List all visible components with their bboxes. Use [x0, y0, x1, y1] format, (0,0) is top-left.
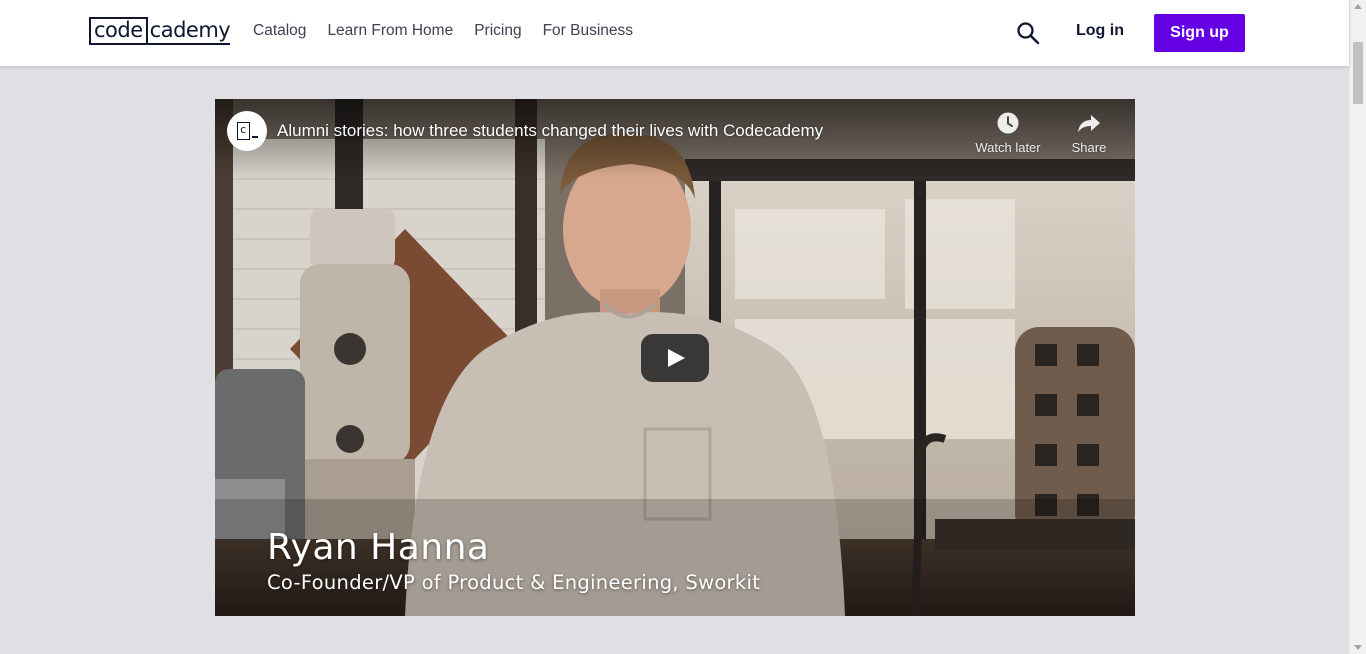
scroll-up-arrow-icon[interactable]: [1354, 4, 1362, 9]
logo-rest-text: cademy: [147, 17, 231, 45]
nav-learn-from-home[interactable]: Learn From Home: [327, 22, 453, 40]
scrollbar-thumb[interactable]: [1353, 42, 1363, 104]
logo-box-text: code: [89, 17, 148, 45]
video-player[interactable]: c Alumni stories: how three students cha…: [215, 99, 1135, 616]
login-link[interactable]: Log in: [1076, 22, 1124, 40]
share-button[interactable]: Share: [1054, 111, 1124, 155]
main-nav: Catalog Learn From Home Pricing For Busi…: [253, 22, 633, 40]
nav-catalog[interactable]: Catalog: [253, 22, 306, 40]
signup-button[interactable]: Sign up: [1154, 14, 1245, 52]
play-button[interactable]: [641, 334, 709, 382]
scroll-down-arrow-icon[interactable]: [1354, 645, 1362, 650]
watch-later-button[interactable]: Watch later: [973, 111, 1043, 155]
share-label: Share: [1071, 140, 1107, 155]
lower-third-caption: Ryan Hanna Co-Founder/VP of Product & En…: [267, 527, 760, 594]
clock-icon: [997, 112, 1019, 134]
nav-pricing[interactable]: Pricing: [474, 22, 521, 40]
channel-avatar-underscore: [251, 136, 258, 138]
site-header: code cademy Catalog Learn From Home Prici…: [0, 0, 1349, 66]
video-title[interactable]: Alumni stories: how three students chang…: [277, 121, 823, 141]
channel-avatar-letter: c: [236, 122, 250, 140]
person-name: Ryan Hanna: [267, 527, 490, 568]
search-icon[interactable]: [1016, 21, 1040, 45]
share-arrow-icon: [1078, 115, 1100, 132]
channel-avatar[interactable]: c: [227, 111, 267, 151]
nav-for-business[interactable]: For Business: [543, 22, 633, 40]
page-scrollbar[interactable]: [1349, 0, 1366, 654]
watch-later-label: Watch later: [975, 140, 1041, 155]
play-icon: [668, 349, 685, 367]
codecademy-logo[interactable]: code cademy: [89, 17, 231, 45]
person-role: Co-Founder/VP of Product & Engineering, …: [267, 571, 761, 594]
